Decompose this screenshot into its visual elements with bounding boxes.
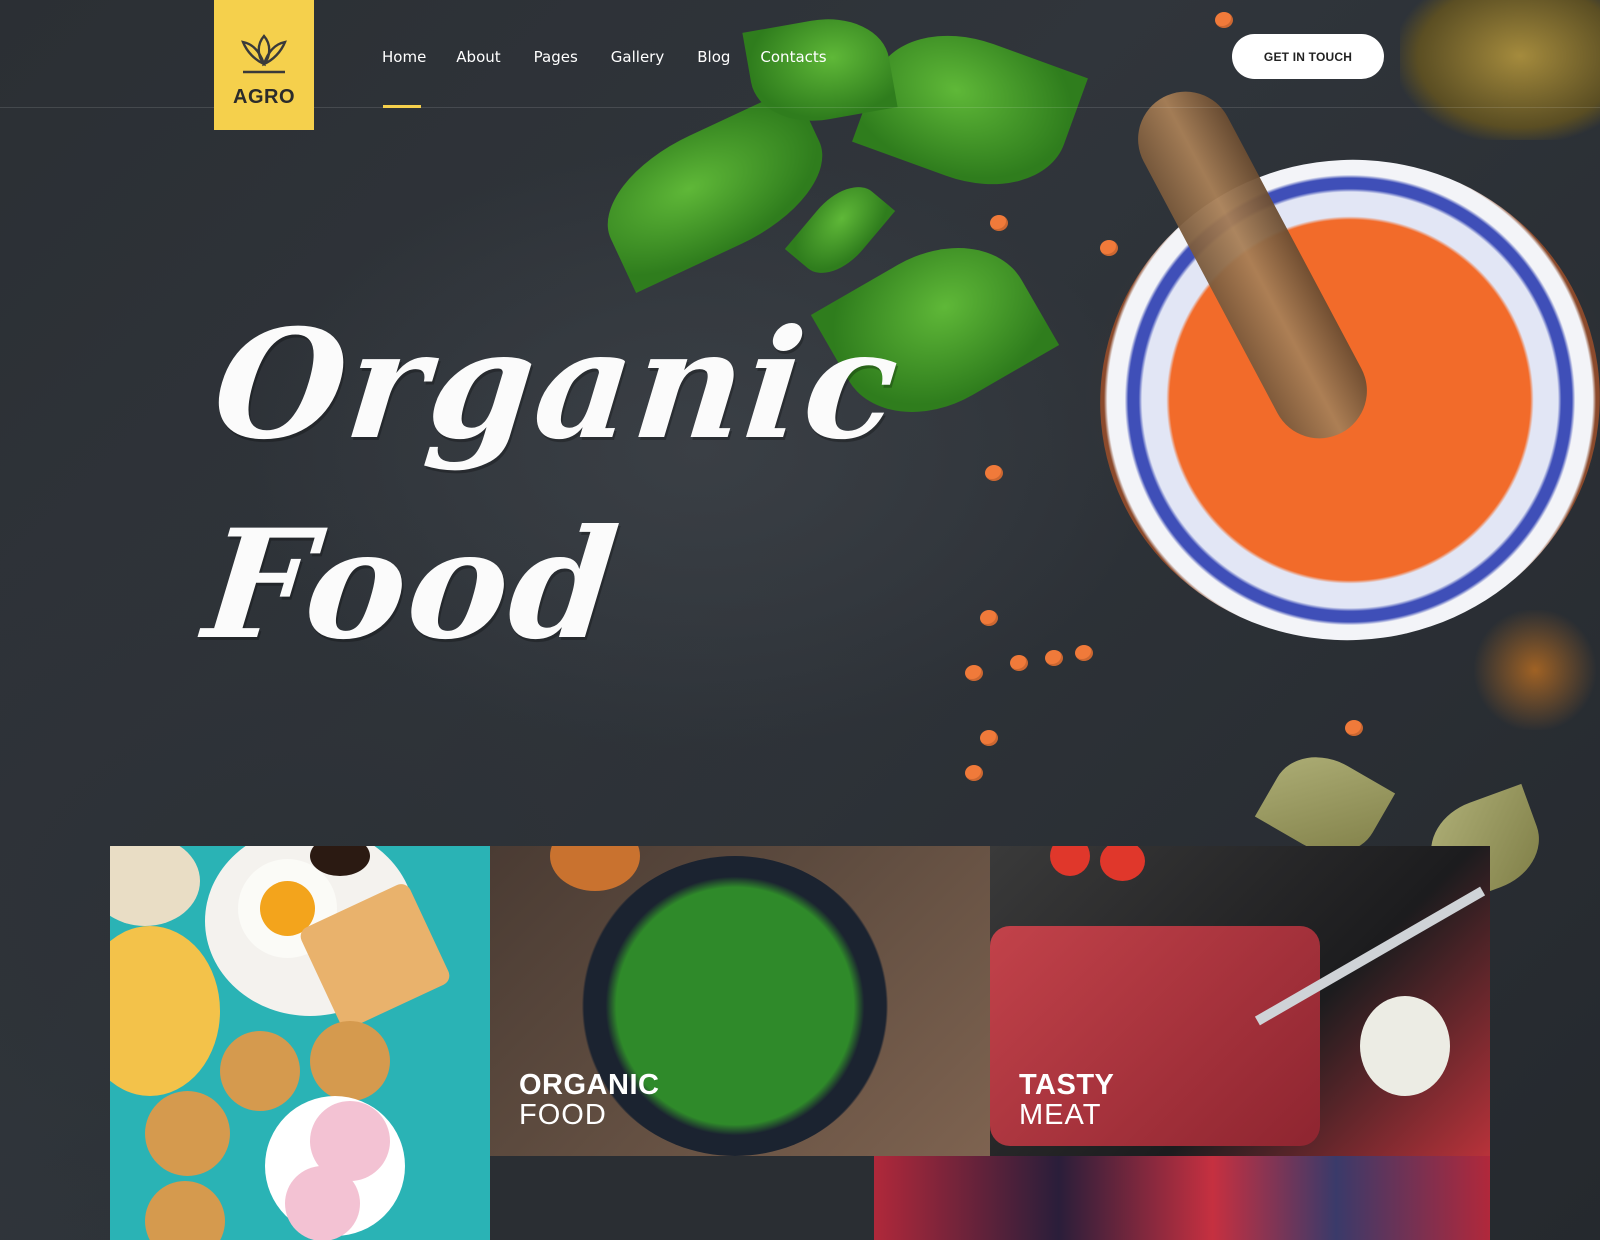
lentil (1075, 645, 1093, 661)
hero-title-line-2: Food (197, 497, 628, 673)
tasty-meat-tile[interactable]: TASTY MEAT (990, 846, 1490, 1156)
tasty-meat-label: TASTY MEAT (1019, 1070, 1114, 1130)
berries-tile[interactable] (874, 1156, 1490, 1240)
nav-item-gallery[interactable]: Gallery (611, 48, 664, 66)
basil-leaf-image (852, 10, 1088, 210)
hero-title-line-1: Organic (206, 297, 908, 473)
lentil (965, 665, 983, 681)
nav-item-contacts[interactable]: Contacts (760, 48, 826, 66)
organic-food-label-line-2: FOOD (519, 1099, 607, 1131)
nav-item-about[interactable]: About (456, 48, 500, 66)
lentil (990, 215, 1008, 231)
tasty-meat-label-line-1: TASTY (1019, 1069, 1115, 1101)
muffin-image (310, 1021, 390, 1101)
organic-food-label-line-1: ORGANIC (519, 1069, 660, 1101)
cereal-bowl-image (110, 926, 220, 1096)
nav-item-pages[interactable]: Pages (534, 48, 578, 66)
organic-food-tile[interactable]: ORGANIC FOOD (490, 846, 990, 1156)
logo[interactable]: AGRO (214, 0, 314, 130)
tomato-image (1050, 846, 1090, 876)
leaf-logo-icon (241, 33, 287, 73)
oats-bowl-image (110, 846, 200, 926)
muffin-image (145, 1091, 230, 1176)
breakfast-tile[interactable] (110, 846, 490, 1240)
garlic-image (1360, 996, 1450, 1096)
donut-image (285, 1166, 360, 1240)
tasty-meat-label-line-2: MEAT (1019, 1099, 1102, 1131)
lentil (965, 765, 983, 781)
lentil (980, 610, 998, 626)
lentil (1345, 720, 1363, 736)
lentil (980, 730, 998, 746)
organic-food-label: ORGANIC FOOD (519, 1070, 659, 1130)
lentil (1045, 650, 1063, 666)
muffin-image (145, 1181, 225, 1240)
spice-bowl-image (550, 846, 640, 891)
lentil (1100, 240, 1118, 256)
logo-text: AGRO (233, 85, 295, 108)
spice-dust-image (1470, 610, 1600, 730)
nav-item-blog[interactable]: Blog (697, 48, 730, 66)
lentil (985, 465, 1003, 481)
empty-tile (490, 1156, 874, 1240)
lentil (1215, 12, 1233, 28)
nav-item-home[interactable]: Home (382, 48, 426, 108)
muffin-image (220, 1031, 300, 1111)
tomato-image (1100, 846, 1145, 881)
hero-title: Organic Food (184, 285, 909, 685)
oil-bottle-image (1400, 0, 1600, 140)
main-nav: Home About Pages Gallery Blog Contacts (382, 48, 827, 108)
lentil (1010, 655, 1028, 671)
get-in-touch-button[interactable]: GET IN TOUCH (1232, 34, 1384, 79)
